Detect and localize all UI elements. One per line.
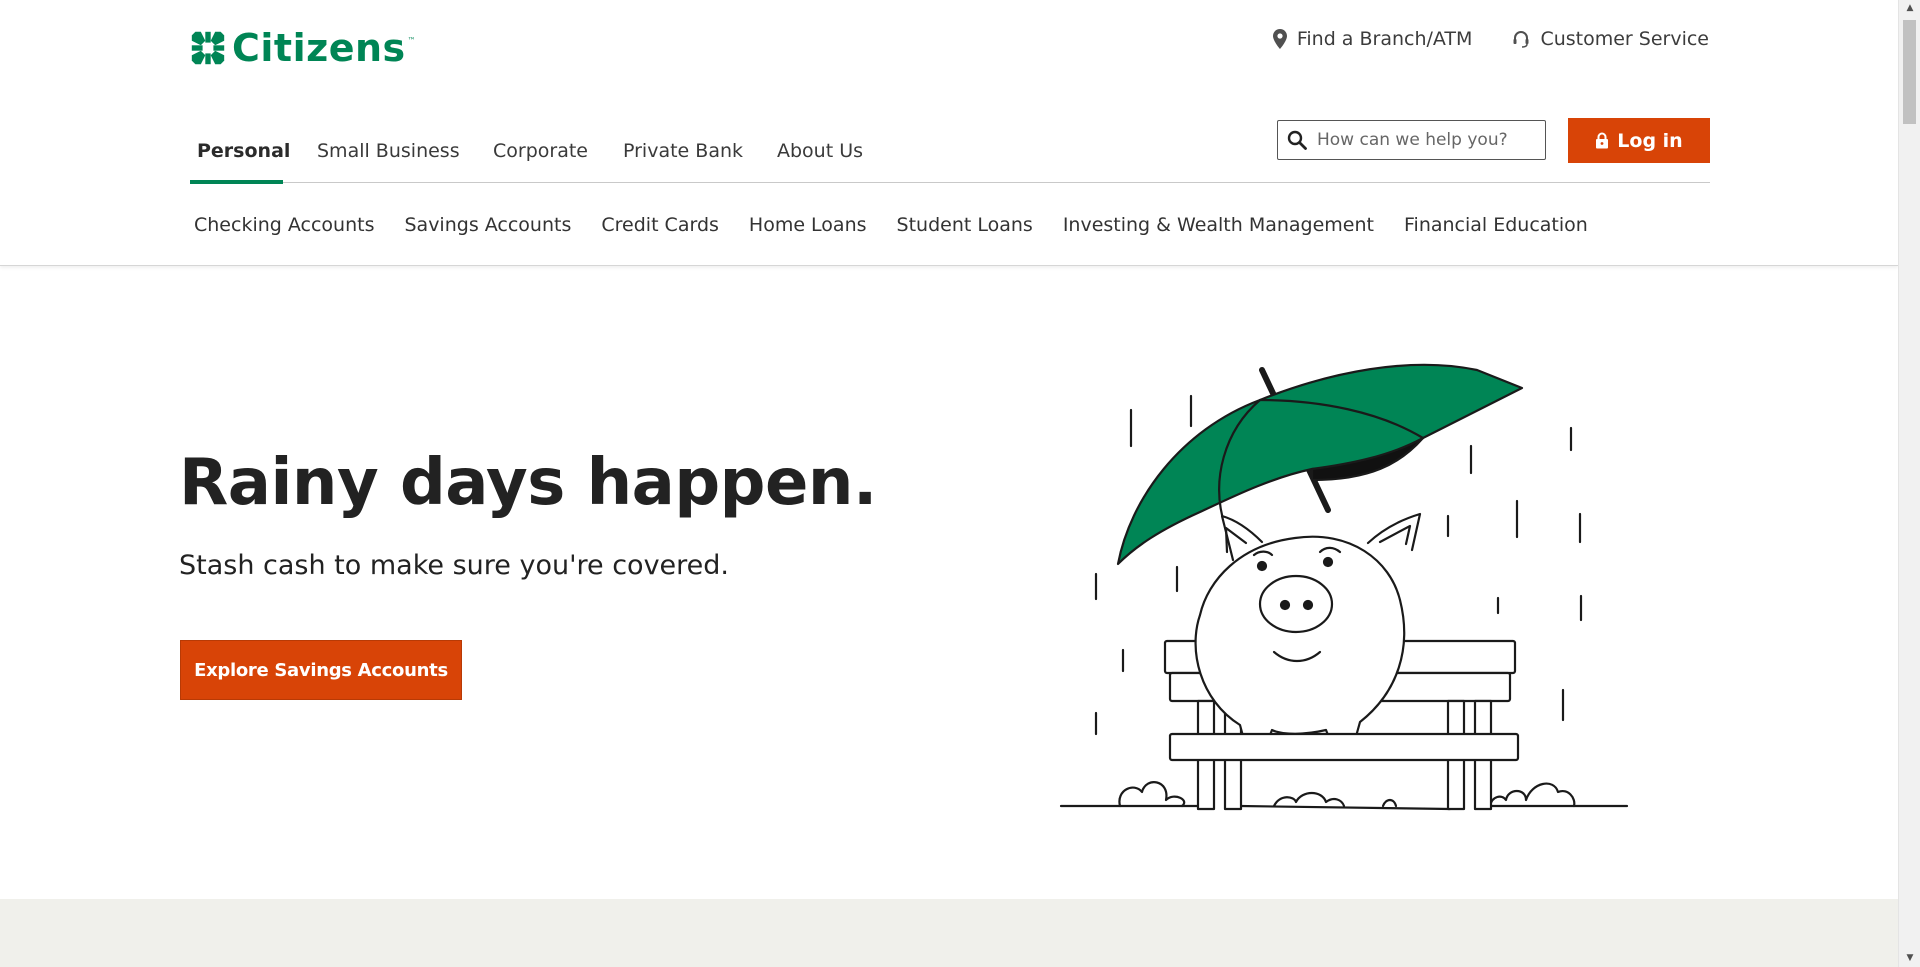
main-nav-small-business[interactable]: Small Business — [317, 140, 460, 162]
bush — [1488, 782, 1576, 808]
piggy-snout — [1258, 574, 1334, 634]
main-nav-about-us[interactable]: About Us — [777, 140, 863, 162]
sub-nav-checking-accounts[interactable]: Checking Accounts — [194, 214, 374, 236]
sub-nav-savings-accounts[interactable]: Savings Accounts — [404, 214, 571, 236]
search-input[interactable] — [1315, 129, 1539, 151]
scroll-down-arrow-icon[interactable]: ▼ — [1899, 950, 1920, 967]
page: Citizens ™ Find a Branch/ATM Customer Se… — [0, 0, 1898, 967]
main-nav-private-bank[interactable]: Private Bank — [623, 140, 743, 162]
bush — [1118, 781, 1186, 808]
find-branch-link[interactable]: Find a Branch/ATM — [1272, 28, 1473, 50]
location-pin-icon — [1272, 29, 1287, 49]
lock-icon — [1596, 132, 1609, 149]
search-icon[interactable] — [1287, 130, 1307, 150]
bush — [1272, 791, 1346, 808]
find-branch-label: Find a Branch/ATM — [1296, 28, 1473, 50]
logo-trademark: ™ — [407, 36, 416, 45]
sub-nav-credit-cards[interactable]: Credit Cards — [601, 214, 719, 236]
customer-service-link[interactable]: Customer Service — [1512, 28, 1709, 50]
log-in-label: Log in — [1617, 129, 1683, 152]
scroll-up-arrow-icon[interactable]: ▲ — [1899, 0, 1920, 17]
main-nav-corporate[interactable]: Corporate — [493, 140, 588, 162]
piggy-eye — [1322, 556, 1334, 568]
explore-savings-button[interactable]: Explore Savings Accounts — [180, 640, 462, 700]
site-header: Citizens ™ Find a Branch/ATM Customer Se… — [0, 0, 1898, 266]
active-tab-indicator — [190, 180, 283, 184]
sub-nav-investing-wealth[interactable]: Investing & Wealth Management — [1063, 214, 1374, 236]
piggy-eye — [1256, 560, 1268, 572]
logo-wordmark: Citizens — [232, 26, 406, 70]
sub-nav-home-loans[interactable]: Home Loans — [749, 214, 867, 236]
hero-subtitle: Stash cash to make sure you're covered. — [179, 550, 729, 581]
vertical-scrollbar[interactable]: ▲ ▼ — [1898, 0, 1920, 967]
sub-nav-financial-education[interactable]: Financial Education — [1404, 214, 1588, 236]
bench-seat — [1168, 732, 1520, 762]
citizens-logo-icon — [191, 31, 225, 65]
sub-nav-student-loans[interactable]: Student Loans — [897, 214, 1033, 236]
log-in-button[interactable]: Log in — [1568, 118, 1710, 163]
hero-title: Rainy days happen. — [179, 446, 877, 520]
piggy-ear-right — [1366, 512, 1422, 552]
customer-service-label: Customer Service — [1540, 28, 1709, 50]
search-box[interactable] — [1277, 120, 1546, 160]
next-section-band — [0, 899, 1898, 967]
piggy-nostril — [1302, 599, 1314, 611]
sub-nav: Checking Accounts Savings Accounts Credi… — [194, 214, 1588, 236]
piggy-bank-umbrella-illustration — [1059, 363, 1629, 811]
piggy-nostril — [1279, 599, 1291, 611]
headset-icon — [1513, 31, 1529, 48]
umbrella-canopy — [1116, 363, 1524, 566]
citizens-logo[interactable]: Citizens ™ — [190, 26, 416, 70]
utility-nav: Find a Branch/ATM Customer Service — [1272, 28, 1709, 50]
scrollbar-thumb[interactable] — [1903, 20, 1916, 124]
bush — [1381, 798, 1398, 808]
main-nav-personal[interactable]: Personal — [197, 140, 290, 162]
piggy-body — [1194, 535, 1406, 749]
